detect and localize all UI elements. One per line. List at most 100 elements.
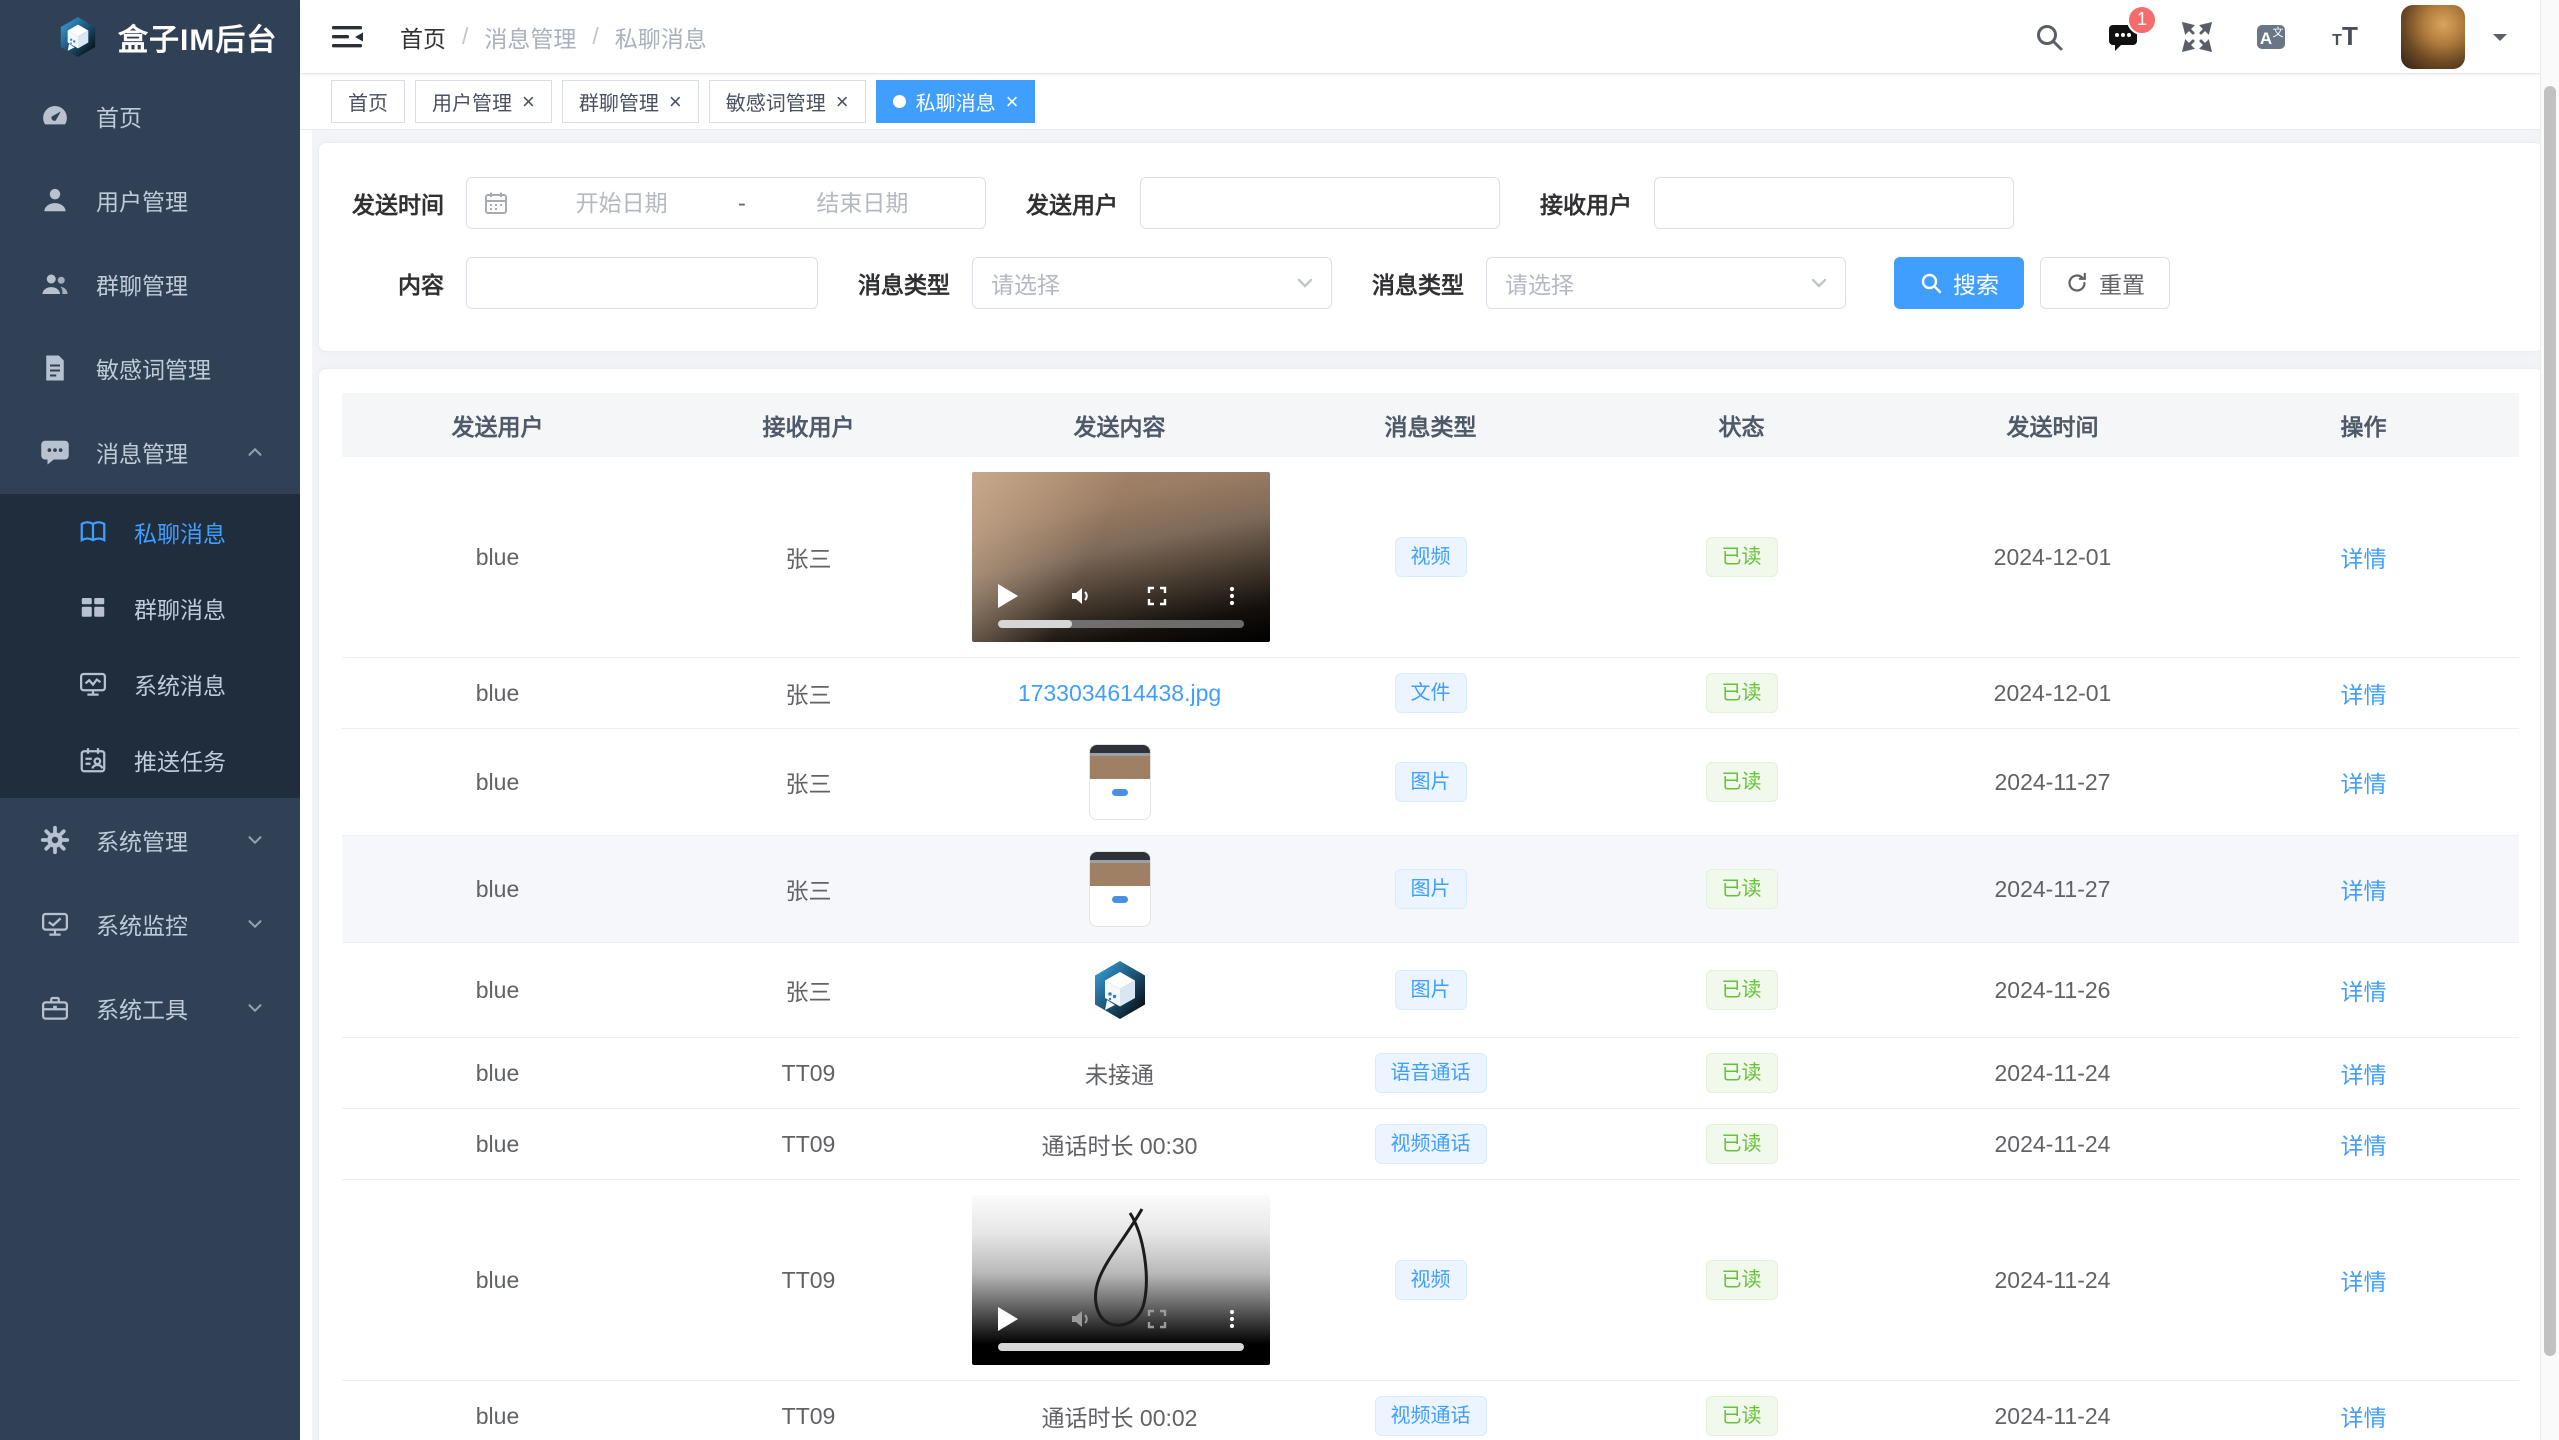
detail-link[interactable]: 详情: [2341, 771, 2387, 797]
start-date-input[interactable]: [515, 190, 728, 217]
cell-content: [964, 729, 1275, 836]
close-icon[interactable]: ×: [836, 91, 849, 113]
messages-icon[interactable]: 1: [2105, 19, 2141, 55]
submenu-item-私聊消息[interactable]: 私聊消息: [0, 494, 300, 570]
cell-status: 已读: [1586, 836, 1897, 943]
volume-icon[interactable]: [1069, 584, 1093, 608]
breadcrumb-separator: /: [592, 23, 598, 50]
cell-status: 已读: [1586, 729, 1897, 836]
volume-icon[interactable]: [1069, 1307, 1093, 1331]
sidebar-item-系统工具[interactable]: 系统工具: [0, 966, 300, 1050]
video-progress-bar[interactable]: [998, 1343, 1244, 1351]
message-type-select[interactable]: 请选择: [972, 257, 1332, 309]
fullscreen-icon[interactable]: [1145, 584, 1169, 608]
image-thumbnail[interactable]: [1089, 851, 1151, 927]
active-tab-dot: [893, 95, 906, 108]
cell-sender: blue: [342, 836, 653, 943]
detail-link[interactable]: 详情: [2341, 1405, 2387, 1431]
content-text: 通话时长 00:02: [1042, 1405, 1198, 1431]
send-user-input[interactable]: [1140, 177, 1500, 229]
tab-敏感词管理[interactable]: 敏感词管理×: [709, 80, 866, 123]
sidebar-item-群聊管理[interactable]: 群聊管理: [0, 242, 300, 326]
cell-send-time: 2024-11-26: [1897, 943, 2208, 1038]
submenu-item-群聊消息[interactable]: 群聊消息: [0, 570, 300, 646]
close-icon[interactable]: ×: [669, 91, 682, 113]
image-thumbnail[interactable]: [1089, 744, 1151, 820]
breadcrumb-home[interactable]: 首页: [400, 20, 446, 54]
cell-status: 已读: [1586, 1381, 1897, 1440]
close-icon[interactable]: ×: [1006, 91, 1019, 113]
search-button[interactable]: 搜索: [1894, 257, 2024, 309]
image-thumbnail-logo[interactable]: [1088, 958, 1152, 1022]
sidebar-item-系统管理[interactable]: 系统管理: [0, 798, 300, 882]
chevron-down-icon: [1807, 271, 1831, 295]
translate-icon[interactable]: A文: [2253, 19, 2289, 55]
message-table-card: 发送用户接收用户发送内容消息类型状态发送时间操作 blue张三视频已读2024-…: [318, 368, 2543, 1440]
search-icon[interactable]: [2031, 19, 2067, 55]
cell-receiver: TT09: [653, 1109, 964, 1180]
toolbox-icon: [40, 993, 70, 1023]
detail-link[interactable]: 详情: [2341, 682, 2387, 708]
message-type-2-select[interactable]: 请选择: [1486, 257, 1846, 309]
sidebar-item-敏感词管理[interactable]: 敏感词管理: [0, 326, 300, 410]
detail-link[interactable]: 详情: [2341, 546, 2387, 572]
chevron-up-icon: [244, 441, 266, 463]
receive-user-input[interactable]: [1654, 177, 2014, 229]
sidebar-item-用户管理[interactable]: 用户管理: [0, 158, 300, 242]
font-size-icon[interactable]: TT: [2327, 19, 2363, 55]
search-button-label: 搜索: [1953, 266, 1999, 300]
reset-button[interactable]: 重置: [2040, 257, 2170, 309]
file-link[interactable]: 1733034614438.jpg: [1018, 680, 1221, 706]
detail-link[interactable]: 详情: [2341, 1269, 2387, 1295]
page-scrollbar[interactable]: [2540, 0, 2559, 1440]
message-type-tag: 视频: [1395, 1260, 1467, 1300]
video-thumbnail[interactable]: [972, 472, 1270, 642]
collapse-sidebar-icon[interactable]: [330, 21, 366, 53]
table-row: blue张三图片已读2024-11-26详情: [342, 943, 2519, 1038]
users-icon: [40, 269, 70, 299]
menu-item-label: 系统消息: [134, 667, 226, 701]
topbar-actions: 1 A文 TT: [2031, 5, 2511, 69]
play-icon[interactable]: [998, 1307, 1018, 1331]
receive-user-label: 接收用户: [1540, 186, 1632, 220]
cell-content: [964, 836, 1275, 943]
fullscreen-icon[interactable]: [2179, 19, 2215, 55]
chevron-down-icon[interactable]: [2489, 26, 2511, 48]
detail-link[interactable]: 详情: [2341, 878, 2387, 904]
status-badge: 已读: [1706, 970, 1778, 1010]
video-progress-bar[interactable]: [998, 620, 1244, 628]
sidebar-item-首页[interactable]: 首页: [0, 74, 300, 158]
tab-首页[interactable]: 首页: [331, 80, 405, 123]
fullscreen-icon[interactable]: [1145, 1307, 1169, 1331]
cell-content: [964, 457, 1275, 658]
play-icon[interactable]: [998, 584, 1018, 608]
kebab-menu-icon[interactable]: [1220, 584, 1244, 608]
sidebar-item-消息管理[interactable]: 消息管理: [0, 410, 300, 494]
detail-link[interactable]: 详情: [2341, 1133, 2387, 1159]
kebab-menu-icon[interactable]: [1220, 1307, 1244, 1331]
content-input[interactable]: [466, 257, 818, 309]
submenu-item-推送任务[interactable]: 推送任务: [0, 722, 300, 798]
tab-群聊管理[interactable]: 群聊管理×: [562, 80, 699, 123]
scrollbar-thumb[interactable]: [2544, 86, 2556, 1356]
date-range-input[interactable]: -: [466, 177, 986, 229]
cell-action: 详情: [2208, 658, 2519, 729]
sidebar-item-系统监控[interactable]: 系统监控: [0, 882, 300, 966]
video-thumbnail[interactable]: [972, 1195, 1270, 1365]
detail-link[interactable]: 详情: [2341, 979, 2387, 1005]
close-icon[interactable]: ×: [522, 91, 535, 113]
detail-link[interactable]: 详情: [2341, 1062, 2387, 1088]
end-date-input[interactable]: [756, 190, 969, 217]
video-progress-fill: [998, 620, 1072, 628]
cell-message-type: 视频通话: [1275, 1109, 1586, 1180]
cell-message-type: 图片: [1275, 729, 1586, 836]
app-logo[interactable]: 盒子IM后台: [0, 0, 300, 74]
tab-用户管理[interactable]: 用户管理×: [415, 80, 552, 123]
breadcrumb-separator: /: [462, 23, 468, 50]
search-icon: [1919, 271, 1943, 295]
avatar[interactable]: [2401, 5, 2465, 69]
tab-私聊消息[interactable]: 私聊消息×: [876, 80, 1036, 123]
menu-item-label: 系统监控: [96, 907, 188, 941]
submenu-item-系统消息[interactable]: 系统消息: [0, 646, 300, 722]
cell-sender: blue: [342, 729, 653, 836]
